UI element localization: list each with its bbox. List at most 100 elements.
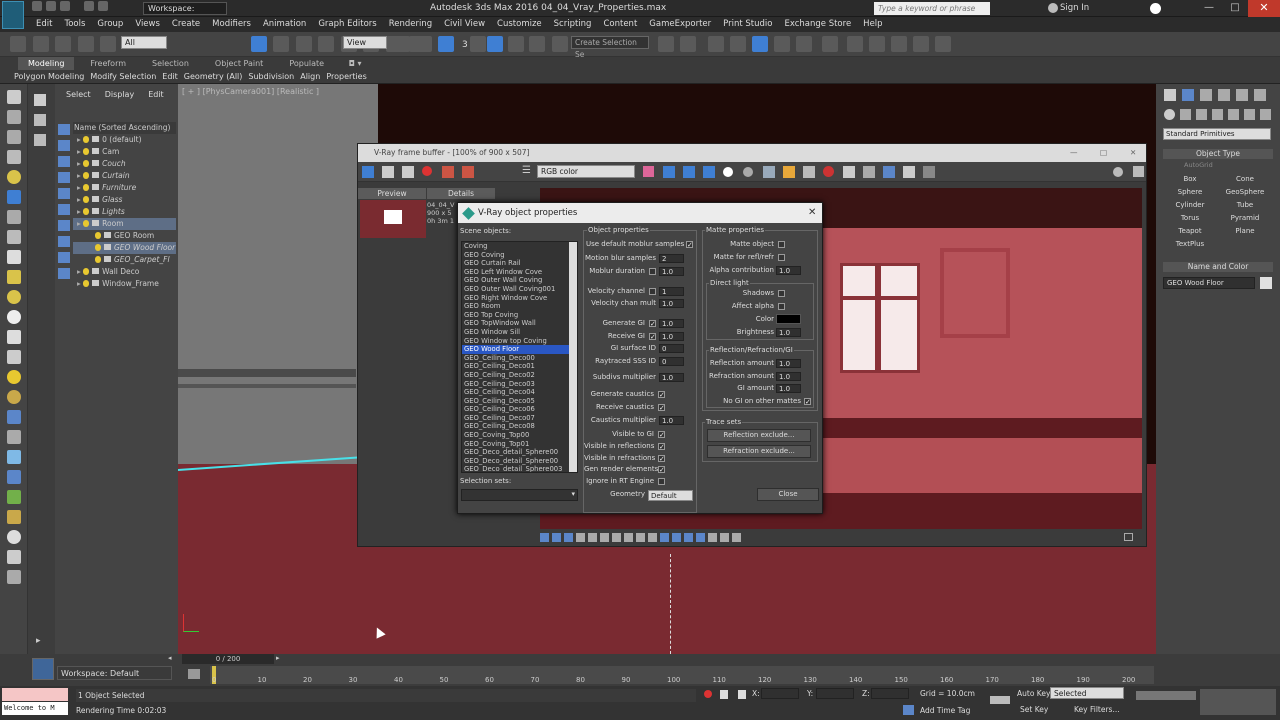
explorer-tab-select[interactable]: Select xyxy=(59,84,98,106)
time-slider-next-icon[interactable]: ▸ xyxy=(276,654,280,662)
receive-caustics-checkbox[interactable]: ✓ xyxy=(658,404,665,412)
menu-graph-editors[interactable]: Graph Editors xyxy=(312,17,382,32)
x-field[interactable] xyxy=(761,688,799,699)
isolate-icon[interactable] xyxy=(704,690,712,698)
ribbon-modify-selection[interactable]: Modify Selection xyxy=(87,70,159,84)
explorer-row[interactable]: ▸ Curtain xyxy=(73,170,176,182)
subdivs-multiplier-spinner[interactable]: 1.0 xyxy=(659,373,684,382)
filter-icon-9[interactable] xyxy=(58,252,70,263)
primitive-button-textplus[interactable]: TextPlus xyxy=(1164,239,1216,250)
render-production-icon[interactable] xyxy=(869,36,885,52)
vfb-save-icon[interactable] xyxy=(362,166,374,178)
minimize-button[interactable]: — xyxy=(1196,0,1222,17)
y-field[interactable] xyxy=(816,688,854,699)
tool-icon-18[interactable] xyxy=(7,430,21,444)
generate-gi-spinner[interactable]: 1.0 xyxy=(659,319,684,328)
motion-tab-icon[interactable] xyxy=(1218,89,1230,101)
matte-object-checkbox[interactable] xyxy=(778,241,785,248)
receive-gi-spinner[interactable]: 1.0 xyxy=(659,332,684,341)
vfb-stop-icon[interactable] xyxy=(823,166,834,177)
visible-to-gi-checkbox[interactable]: ✓ xyxy=(658,431,665,439)
tool-icon-7[interactable] xyxy=(7,210,21,224)
viewport-nav-icons[interactable] xyxy=(1200,689,1276,715)
ribbon-align[interactable]: Align xyxy=(297,70,323,84)
moblur-duration-checkbox[interactable] xyxy=(649,268,656,275)
add-time-tag[interactable]: Add Time Tag xyxy=(920,706,970,715)
vfb-history-thumbnail[interactable] xyxy=(360,200,426,238)
vfb-tool-icon-b[interactable] xyxy=(783,166,795,178)
z-field[interactable] xyxy=(871,688,909,699)
ignore-in-rt-engine-checkbox[interactable] xyxy=(658,478,665,485)
reflection-amount-spinner[interactable]: 1.0 xyxy=(776,359,801,368)
cameras-category-icon[interactable] xyxy=(1212,109,1223,120)
ribbon-tab-object-paint[interactable]: Object Paint xyxy=(205,57,273,70)
color-swatch[interactable] xyxy=(776,314,801,324)
maximize-button[interactable]: □ xyxy=(1222,0,1248,17)
ribbon-geometry-all[interactable]: Geometry (All) xyxy=(181,70,246,84)
primitive-button-cone[interactable]: Cone xyxy=(1219,174,1271,185)
vfb-bottom-icon-10[interactable] xyxy=(648,533,657,542)
explorer-row[interactable]: ▸ Glass xyxy=(73,194,176,206)
mini-curve-editor-icon[interactable] xyxy=(188,669,200,679)
scene-object-item[interactable]: Coving xyxy=(462,242,577,251)
auto-key-button[interactable]: Auto Key xyxy=(1017,689,1050,698)
create-tab-icon[interactable] xyxy=(1164,89,1176,101)
helpers-category-icon[interactable] xyxy=(1228,109,1239,120)
vfb-bottom-icon-9[interactable] xyxy=(636,533,645,542)
vfb-tool-icon-i[interactable] xyxy=(1133,166,1144,177)
vfb-tool-icon-d[interactable] xyxy=(843,166,855,178)
primitive-button-cylinder[interactable]: Cylinder xyxy=(1164,200,1216,211)
key-filters-button[interactable]: Key Filters... xyxy=(1074,705,1120,714)
vfb-bottom-icon-6[interactable] xyxy=(600,533,609,542)
object-type-rollout[interactable]: Object Type xyxy=(1163,149,1273,159)
ribbon-edit[interactable]: Edit xyxy=(159,70,181,84)
explorer-row[interactable]: ▸ Window_Frame xyxy=(73,278,176,290)
bottom-explorer-icon[interactable] xyxy=(32,658,54,680)
receive-gi-checkbox[interactable]: ✓ xyxy=(649,333,656,341)
vfb-bottom-icon-7[interactable] xyxy=(612,533,621,542)
affect-alpha-checkbox[interactable] xyxy=(778,303,785,310)
vfb-menu-icon[interactable]: ☰ xyxy=(522,165,531,176)
explorer-row[interactable]: ▸ Cam xyxy=(73,146,176,158)
snaps-toggle-label[interactable]: 3 xyxy=(462,40,468,50)
scene-object-item[interactable]: GEO Outer Wall Coving xyxy=(462,276,577,285)
ribbon-toggle-icon[interactable] xyxy=(730,36,746,52)
ribbon-tab-populate[interactable]: Populate xyxy=(279,57,334,70)
tool-icon-5[interactable] xyxy=(7,170,21,184)
menu-views[interactable]: Views xyxy=(129,17,166,32)
scene-object-item[interactable]: GEO TopWindow Wall xyxy=(462,319,577,328)
tool-icon-1[interactable] xyxy=(7,90,21,104)
scene-object-item[interactable]: GEO_Coving_Top01 xyxy=(462,440,577,449)
ribbon-properties[interactable]: Properties xyxy=(323,70,369,84)
primitive-button-torus[interactable]: Torus xyxy=(1164,213,1216,224)
playback-controls-icon[interactable] xyxy=(1136,691,1196,700)
vfb-bottom-icon-3[interactable] xyxy=(564,533,573,542)
refraction-amount-spinner[interactable]: 1.0 xyxy=(776,372,801,381)
app-logo[interactable] xyxy=(2,1,24,29)
angle-snap-icon[interactable] xyxy=(487,36,503,52)
vfb-bottom-icon-11[interactable] xyxy=(660,533,669,542)
vfb-bottom-icon-15[interactable] xyxy=(708,533,717,542)
select-manipulate-icon[interactable] xyxy=(416,36,432,52)
geometry-category-icon[interactable] xyxy=(1164,109,1175,120)
object-name-field[interactable]: GEO Wood Floor xyxy=(1163,277,1255,289)
visibility-bulb-icon[interactable] xyxy=(83,220,90,227)
column-header[interactable]: Name (Sorted Ascending) xyxy=(73,122,176,134)
vfb-bottom-icon-2[interactable] xyxy=(552,533,561,542)
visible-in-reflections-checkbox[interactable]: ✓ xyxy=(658,443,665,451)
menu-animation[interactable]: Animation xyxy=(257,17,312,32)
ribbon-tab-freeform[interactable]: Freeform xyxy=(80,57,136,70)
tool-icon-19[interactable] xyxy=(7,450,21,464)
menu-help[interactable]: Help xyxy=(857,17,888,32)
explorer-row[interactable]: ▸ Furniture xyxy=(73,182,176,194)
tool-icon-25[interactable] xyxy=(7,570,21,584)
vfb-blue-channel-icon[interactable] xyxy=(703,166,715,178)
vfb-red-channel-icon[interactable] xyxy=(663,166,675,178)
alpha-contribution-spinner[interactable]: 1.0 xyxy=(776,266,801,275)
tool-icon-16[interactable] xyxy=(7,390,21,404)
scene-object-item[interactable]: GEO Room xyxy=(462,302,577,311)
primitive-button-sphere[interactable]: Sphere xyxy=(1164,187,1216,198)
filter-icon-6[interactable] xyxy=(58,204,70,215)
filter-icon-10[interactable] xyxy=(58,268,70,279)
ribbon-polygon-modeling[interactable]: Polygon Modeling xyxy=(11,70,87,84)
